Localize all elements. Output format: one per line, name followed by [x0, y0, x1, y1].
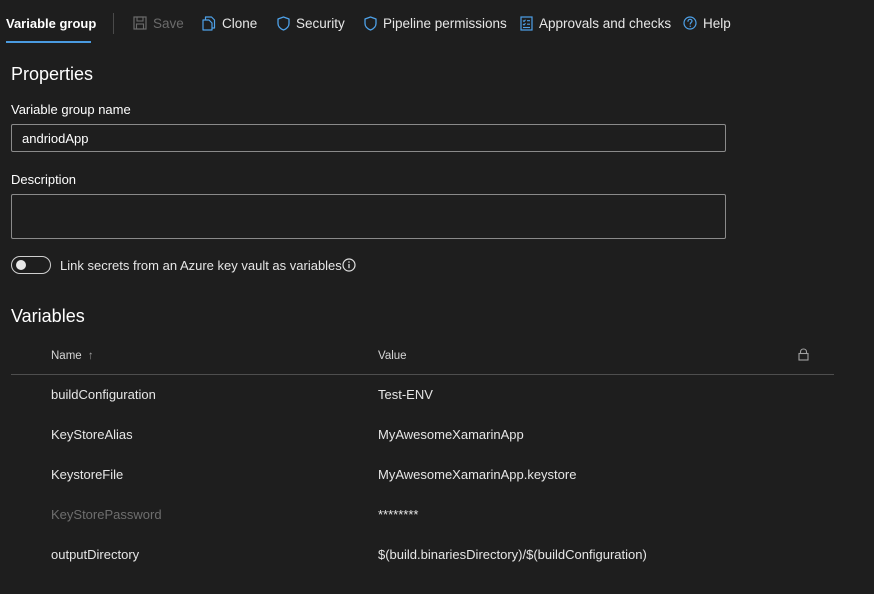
pipeline-permissions-button[interactable]: Pipeline permissions: [364, 0, 507, 46]
variable-name: KeyStoreAlias: [51, 427, 133, 442]
table-row[interactable]: outputDirectory $(build.binariesDirectory…: [11, 535, 834, 575]
variable-value: ********: [378, 507, 419, 522]
lock-icon: [798, 348, 809, 361]
checklist-icon: [520, 15, 533, 31]
variable-group-name-label: Variable group name: [11, 102, 131, 117]
shield-icon: [364, 15, 377, 31]
column-header-value: Value: [378, 350, 407, 362]
variables-heading: Variables: [11, 306, 85, 326]
table-row[interactable]: KeyStorePassword ********: [11, 495, 834, 535]
toolbar-divider: [113, 13, 114, 34]
description-textarea[interactable]: [11, 194, 726, 239]
variable-value: MyAwesomeXamarinApp: [378, 427, 524, 442]
clone-icon: [202, 15, 216, 31]
save-button-label: Save: [153, 15, 184, 31]
properties-heading: Properties: [11, 64, 94, 84]
variable-value: MyAwesomeXamarinApp.keystore: [378, 467, 577, 482]
security-button[interactable]: Security: [277, 0, 345, 46]
clone-button[interactable]: Clone: [202, 0, 257, 46]
shield-icon: [277, 15, 290, 31]
variable-name: KeystoreFile: [51, 467, 124, 482]
table-row[interactable]: KeystoreFile MyAwesomeXamarinApp.keystore: [11, 455, 834, 495]
security-button-label: Security: [296, 15, 345, 31]
tab-variable-group[interactable]: Variable group: [6, 0, 96, 46]
variables-table-header: Name ↑ Value: [11, 342, 834, 375]
variable-group-name-input[interactable]: [11, 124, 726, 152]
save-button[interactable]: Save: [133, 0, 184, 46]
approvals-and-checks-button-label: Approvals and checks: [539, 15, 672, 31]
toolbar: Variable group Save Clone Security Pipel…: [0, 0, 874, 46]
variable-value: $(build.binariesDirectory)/$(buildConfig…: [378, 547, 647, 562]
toggle-knob: [16, 260, 26, 270]
help-button[interactable]: Help: [683, 0, 731, 46]
variable-name: buildConfiguration: [51, 387, 156, 402]
variable-name: outputDirectory: [51, 547, 140, 562]
table-row[interactable]: buildConfiguration Test-ENV: [11, 375, 834, 415]
info-icon[interactable]: [342, 258, 356, 272]
approvals-and-checks-button[interactable]: Approvals and checks: [520, 0, 671, 46]
table-row[interactable]: KeyStoreAlias MyAwesomeXamarinApp: [11, 415, 834, 455]
variable-name: KeyStorePassword: [51, 507, 162, 522]
sort-ascending-icon: ↑: [87, 350, 94, 362]
link-secrets-label: Link secrets from an Azure key vault as …: [60, 258, 342, 273]
description-label: Description: [11, 172, 77, 187]
pipeline-permissions-button-label: Pipeline permissions: [383, 15, 507, 31]
tab-variable-group-label: Variable group: [6, 15, 97, 31]
variable-value: Test-ENV: [378, 387, 433, 402]
save-icon: [133, 16, 147, 30]
active-tab-indicator: [6, 41, 91, 43]
link-secrets-toggle[interactable]: [11, 256, 51, 274]
help-icon: [683, 16, 697, 30]
clone-button-label: Clone: [222, 15, 258, 31]
help-button-label: Help: [703, 15, 731, 31]
column-header-name-label: Name: [51, 350, 82, 362]
column-header-name[interactable]: Name ↑: [51, 350, 94, 362]
